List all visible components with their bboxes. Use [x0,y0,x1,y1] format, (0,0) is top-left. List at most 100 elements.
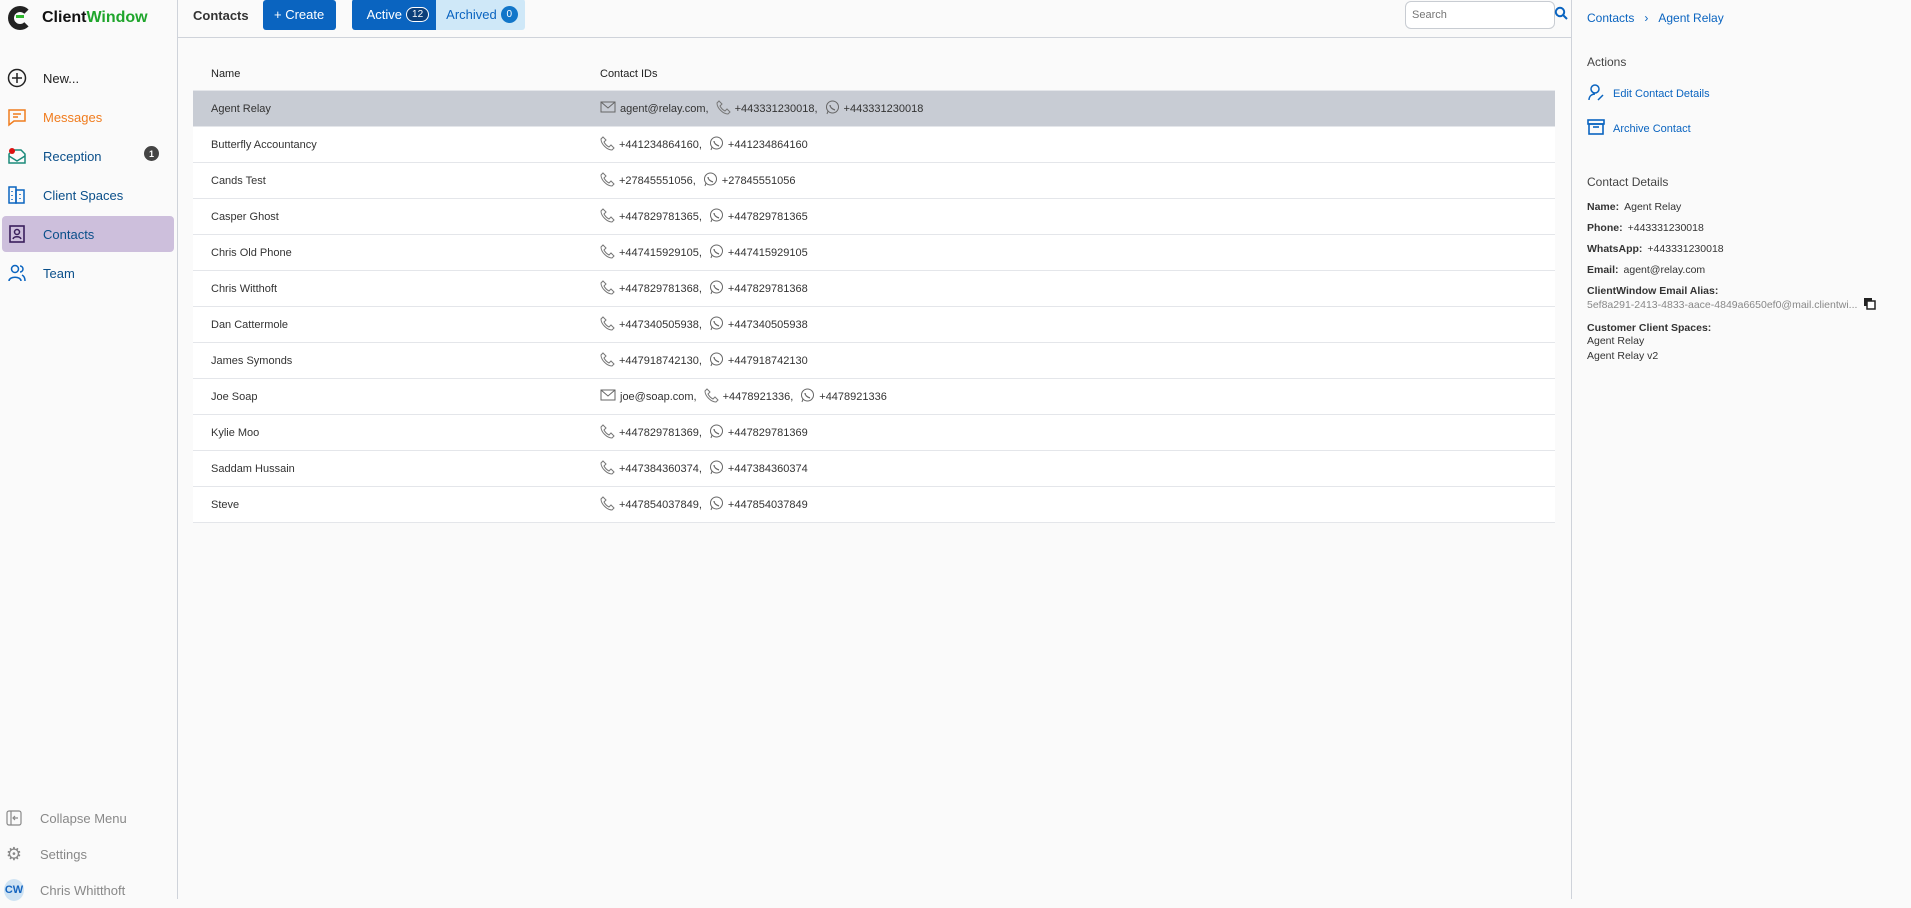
whatsapp-icon [709,496,724,514]
collapse-menu-button[interactable]: Collapse Menu [4,800,174,836]
nav-messages[interactable]: Messages [2,99,174,135]
table-row[interactable]: Kylie Moo +447829781369, +447829781369 [193,415,1555,451]
contact-ids: +441234864160, +441234864160 [600,135,811,154]
user-profile[interactable]: CW Chris Whitthoft [4,872,174,908]
phone-icon [600,315,615,334]
contact-ids: +447854037849, +447854037849 [600,495,811,514]
contact-details-heading: Contact Details [1587,175,1669,189]
whatsapp-icon [709,244,724,262]
edit-label: Edit Contact Details [1613,87,1710,100]
tab-active[interactable]: Active 12 [351,0,437,30]
building-icon [7,185,27,205]
edit-contact-button[interactable]: Edit Contact Details [1587,83,1911,104]
breadcrumb-contacts[interactable]: Contacts [1587,11,1634,25]
search-icon[interactable] [1554,6,1568,25]
contact-id: +447384360374 [709,460,808,478]
contact-name: Saddam Hussain [211,462,295,475]
whatsapp-icon [709,460,724,478]
phone-icon [600,495,615,514]
contact-name: Chris Old Phone [211,246,292,259]
table-row[interactable]: Chris Old Phone +447415929105, +4474159291… [193,235,1555,271]
email-icon [600,101,616,117]
phone-icon [600,243,615,262]
nav-new[interactable]: New... [2,60,174,96]
table-row[interactable]: Saddam Hussain +447384360374, +44738436037… [193,451,1555,487]
logo[interactable]: ClientWindow [8,6,148,30]
table-row[interactable]: Joe Soap joe@soap.com, +4478921336, +447892… [193,379,1555,415]
breadcrumb: Contacts › Agent Relay [1587,11,1911,25]
contact-id-value: +447340505938, [619,318,702,331]
contact-ids: joe@soap.com, +4478921336, +4478921336 [600,387,890,406]
table-row[interactable]: Steve +447854037849, +447854037849 [193,487,1555,523]
search-input[interactable] [1412,9,1554,21]
contact-id: +447854037849 [709,496,808,514]
settings-button[interactable]: ⚙ Settings [4,836,174,872]
contact-id-value: +27845551056 [721,174,796,187]
message-icon [7,107,27,127]
settings-label: Settings [40,846,87,862]
contact-id: agent@relay.com, [600,101,709,117]
contact-id-value: +447829781369, [619,426,702,439]
contact-id: +447918742130, [600,351,702,370]
edit-user-icon [1587,83,1605,104]
table-row[interactable]: Casper Ghost +447829781365, +447829781365 [193,199,1555,235]
detail-name: Name: Agent Relay [1587,201,1911,213]
contact-id-value: +447384360374 [727,462,808,475]
contact-id: +441234864160, [600,135,702,154]
contact-id-value: +447829781368, [619,282,702,295]
contact-ids: +447829781368, +447829781368 [600,279,811,298]
breadcrumb-current: Agent Relay [1658,11,1724,25]
nav-contacts[interactable]: Contacts [2,216,174,252]
table-row[interactable]: Butterfly Accountancy +441234864160, +4412… [193,127,1555,163]
contact-id: joe@soap.com, [600,389,697,405]
table-row[interactable]: Agent Relay agent@relay.com, +443331230018… [193,91,1555,127]
contact-name: Casper Ghost [211,210,279,223]
tab-archived[interactable]: Archived 0 [436,0,525,30]
whatsapp-icon [825,100,840,118]
contact-id-value: agent@relay.com, [620,102,709,115]
details-panel: Contacts › Agent Relay Actions Edit Cont… [1571,0,1911,899]
table-header: Name Contact IDs [193,57,1555,91]
nav-reception[interactable]: Reception 1 [2,138,174,174]
create-button[interactable]: + Create [262,0,336,30]
toolbar: Contacts + Create Active 12 Archived 0 [178,0,1571,38]
archive-label: Archive Contact [1613,122,1691,135]
label: Name: [1587,201,1620,213]
whatsapp-icon [709,424,724,442]
whatsapp-icon [709,208,724,226]
detail-alias-label: ClientWindow Email Alias: [1587,285,1911,297]
contact-id: +441234864160 [709,136,808,154]
nav-team[interactable]: Team [2,255,174,291]
table-row[interactable]: Chris Witthoft +447829781368, +44782978136… [193,271,1555,307]
table-row[interactable]: James Symonds +447918742130, +447918742130 [193,343,1555,379]
contact-id: +27845551056, [600,171,696,190]
contact-id-value: +447384360374, [619,462,702,475]
contact-name: James Symonds [211,354,293,367]
contact-id: +447854037849, [600,495,702,514]
contacts-table: Name Contact IDs Agent Relay agent@relay.… [193,57,1555,523]
contact-ids: +447384360374, +447384360374 [600,459,811,478]
client-space-item[interactable]: Agent Relay [1587,334,1911,349]
contact-id: +447415929105 [709,244,808,262]
phone-icon [600,459,615,478]
copy-icon[interactable] [1863,297,1877,313]
contact-id: +4478921336 [800,388,887,406]
contact-id: +447415929105, [600,243,702,262]
contact-id: +447829781369, [600,423,702,442]
table-row[interactable]: Cands Test +27845551056, +27845551056 [193,163,1555,199]
detail-spaces-label: Customer Client Spaces: [1587,322,1911,334]
contact-id-value: +447829781365, [619,210,702,223]
client-space-item[interactable]: Agent Relay v2 [1587,349,1911,364]
table-row[interactable]: Dan Cattermole +447340505938, +44734050593… [193,307,1555,343]
collapse-label: Collapse Menu [40,810,127,826]
phone-icon [600,207,615,226]
nav-client-spaces[interactable]: Client Spaces [2,177,174,213]
contact-ids: +447918742130, +447918742130 [600,351,811,370]
brand-text-accent: Window [86,9,148,26]
page-title: Contacts [193,8,249,23]
archive-contact-button[interactable]: Archive Contact [1587,118,1911,139]
contact-id-value: +447918742130, [619,354,702,367]
contact-id: +447829781369 [709,424,808,442]
column-header-name: Name [211,67,241,80]
phone-icon [600,135,615,154]
